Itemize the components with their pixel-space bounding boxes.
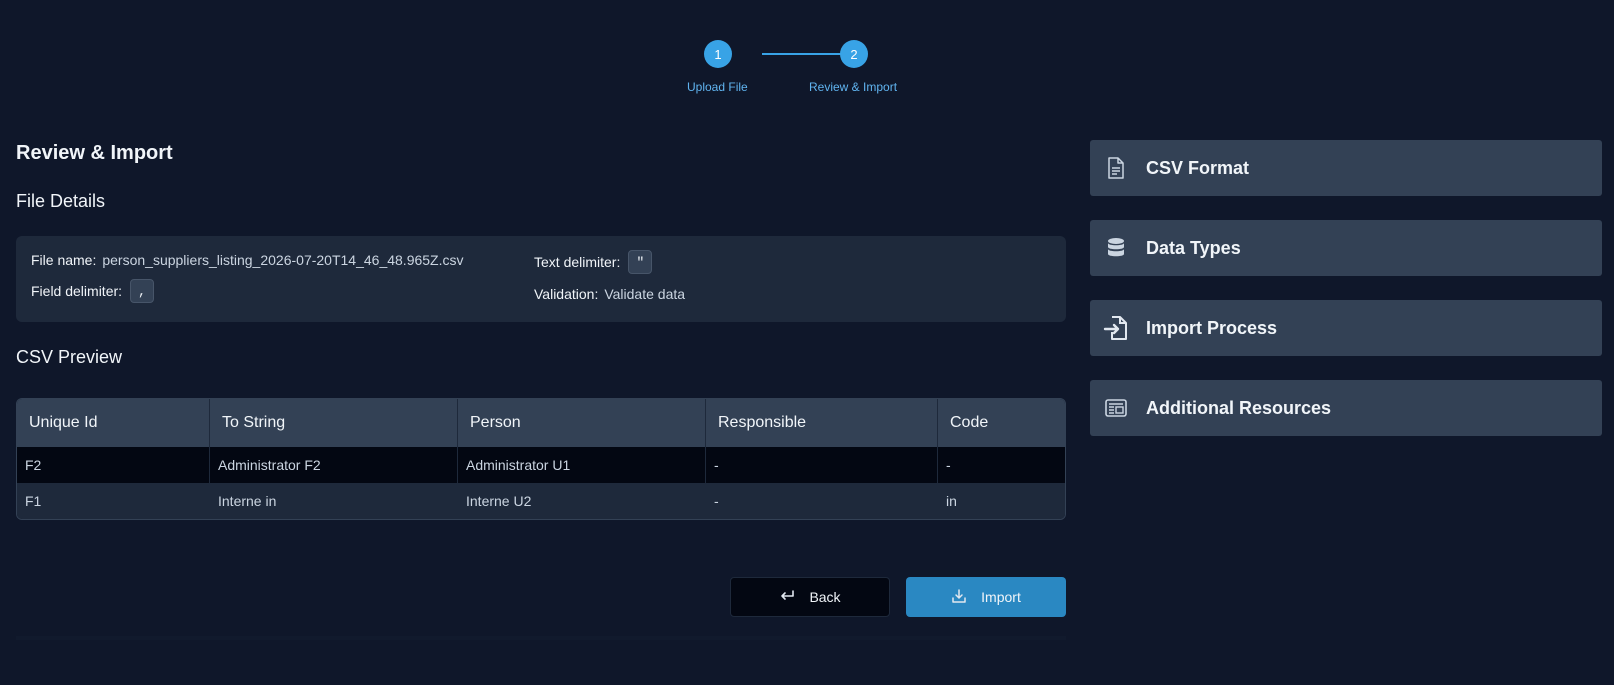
- database-icon: [1102, 234, 1130, 262]
- column-header: Unique Id: [17, 399, 210, 447]
- panel-label: CSV Format: [1146, 157, 1250, 178]
- step-1-circle[interactable]: 1: [704, 40, 732, 68]
- text-delimiter-row: Text delimiter: ": [534, 250, 653, 274]
- import-button-label: Import: [981, 589, 1021, 605]
- text-delimiter-label: Text delimiter:: [534, 254, 621, 270]
- file-name-value: person_suppliers_listing_2026-07-20T14_4…: [102, 252, 464, 268]
- table-cell: in: [938, 483, 1065, 519]
- table-cell: Interne in: [210, 483, 458, 519]
- file-import-icon: [1102, 314, 1130, 342]
- panel-label: Import Process: [1146, 317, 1278, 338]
- table-row: F2 Administrator F2 Administrator U1 - -: [17, 447, 1065, 483]
- validation-label: Validation:: [534, 286, 599, 302]
- back-button-label: Back: [809, 589, 841, 605]
- column-header: Code: [938, 399, 1065, 447]
- import-page: 1 2 Upload File Review & Import Review &…: [0, 0, 1614, 685]
- panel-label: Additional Resources: [1146, 397, 1332, 418]
- table-cell: -: [938, 447, 1065, 483]
- table-header-row: Unique Id To String Person Responsible C…: [17, 399, 1065, 447]
- table-cell: Administrator F2: [210, 447, 458, 483]
- field-delimiter-label: Field delimiter:: [31, 283, 123, 299]
- table-cell: -: [706, 447, 938, 483]
- file-name-row: File name: person_suppliers_listing_2026…: [31, 252, 464, 268]
- file-details-card: File name: person_suppliers_listing_2026…: [16, 236, 1066, 322]
- field-delimiter-row: Field delimiter: ,: [31, 279, 155, 303]
- table-cell: -: [706, 483, 938, 519]
- table-row: F1 Interne in Interne U2 - in: [17, 483, 1065, 519]
- validation-value: Validate data: [604, 286, 686, 302]
- file-name-label: File name:: [31, 252, 97, 268]
- panel-csv-format[interactable]: CSV Format: [1090, 140, 1602, 196]
- step-2-label: Review & Import: [809, 80, 898, 94]
- page-title: Review & Import: [16, 142, 173, 164]
- file-details-heading: File Details: [16, 191, 106, 211]
- document-icon: [1102, 154, 1130, 182]
- panel-data-types[interactable]: Data Types: [1090, 220, 1602, 276]
- csv-preview-heading: CSV Preview: [16, 347, 123, 367]
- csv-preview-table: Unique Id To String Person Responsible C…: [16, 398, 1066, 520]
- validation-row: Validation: Validate data: [534, 286, 685, 302]
- return-arrow-icon: [779, 589, 795, 606]
- panel-additional-resources[interactable]: Additional Resources: [1090, 380, 1602, 436]
- column-header: To String: [210, 399, 458, 447]
- field-delimiter-chip: ,: [130, 279, 155, 303]
- panel-label: Data Types: [1146, 237, 1241, 258]
- step-2-circle[interactable]: 2: [840, 40, 868, 68]
- import-button[interactable]: Import: [906, 577, 1066, 617]
- stepper: 1 2 Upload File Review & Import: [687, 40, 950, 100]
- column-header: Responsible: [706, 399, 938, 447]
- column-header: Person: [458, 399, 706, 447]
- panel-import-process[interactable]: Import Process: [1090, 300, 1602, 356]
- table-cell: Interne U2: [458, 483, 706, 519]
- table-cell: Administrator U1: [458, 447, 706, 483]
- back-button[interactable]: Back: [730, 577, 890, 617]
- newspaper-icon: [1102, 394, 1130, 422]
- download-icon: [951, 588, 967, 607]
- table-cell: F2: [17, 447, 210, 483]
- text-delimiter-chip: ": [628, 250, 653, 274]
- step-1-label: Upload File: [687, 80, 748, 94]
- table-cell: F1: [17, 483, 210, 519]
- divider: [16, 636, 1066, 640]
